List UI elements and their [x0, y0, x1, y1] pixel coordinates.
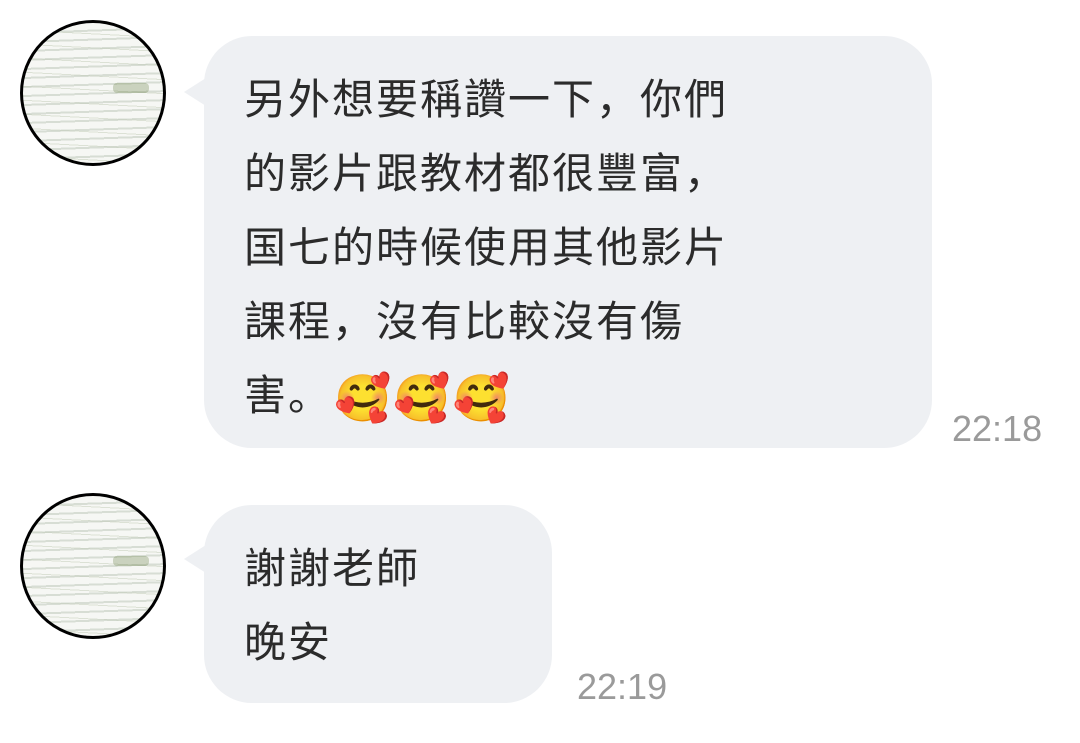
message-text-line: 謝謝老師 — [244, 544, 421, 593]
message-text-line: 国七的時候使用其他影片 — [244, 223, 729, 272]
message-text-line: 另外想要稱讚一下，你們 — [244, 75, 729, 124]
bubble-tail — [184, 545, 206, 573]
avatar-icon[interactable] — [20, 20, 166, 166]
message-bubble[interactable]: 謝謝老師 晚安 — [204, 505, 552, 703]
smiling-face-with-hearts-icon: 🥰🥰🥰 — [334, 371, 512, 425]
message-text-line-last: 害。🥰🥰🥰 — [244, 359, 892, 435]
chat-view: 另外想要稱讚一下，你們 的影片跟教材都很豐富， 国七的時候使用其他影片 課程，沒… — [0, 0, 1080, 743]
bubble-tail — [184, 78, 206, 106]
message-bubble[interactable]: 另外想要稱讚一下，你們 的影片跟教材都很豐富， 国七的時候使用其他影片 課程，沒… — [204, 36, 932, 448]
message-timestamp: 22:18 — [952, 408, 1043, 449]
avatar-icon[interactable] — [20, 493, 166, 639]
message-text-line: 的影片跟教材都很豐富， — [244, 149, 729, 198]
message-text-line: 晚安 — [244, 618, 333, 667]
message-timestamp: 22:19 — [577, 666, 668, 707]
message-text: 害。 — [244, 371, 333, 420]
message-text-line: 課程，沒有比較沒有傷 — [244, 297, 685, 346]
